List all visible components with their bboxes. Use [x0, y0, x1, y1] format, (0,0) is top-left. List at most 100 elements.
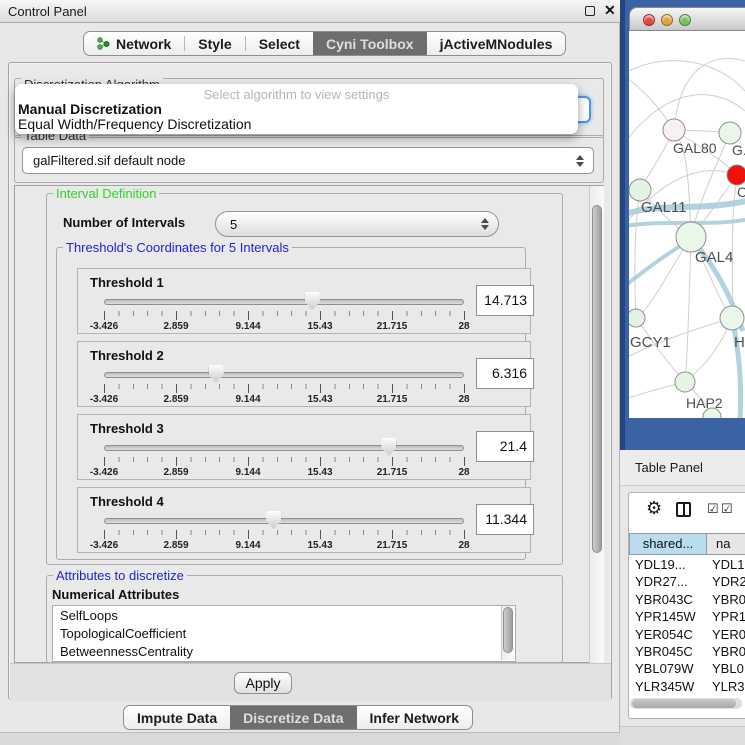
minimize-traffic-light-icon[interactable]: [661, 14, 673, 26]
float-icon[interactable]: [585, 6, 595, 16]
threshold-slider-handle[interactable]: [381, 438, 396, 456]
network-node[interactable]: [675, 372, 695, 392]
table-row[interactable]: YDR27...YDR2: [630, 574, 745, 592]
attribute-list-item[interactable]: TopologicalCoefficient: [53, 624, 515, 642]
attribute-list-item[interactable]: SelfLoops: [53, 606, 515, 624]
network-edge[interactable]: [629, 61, 745, 91]
attributes-scrollbar-thumb[interactable]: [503, 607, 513, 653]
tab-cyni-toolbox[interactable]: Cyni Toolbox: [313, 32, 427, 55]
threshold-slider-handle[interactable]: [305, 292, 320, 310]
tab-jactivemnodules[interactable]: jActiveMNodules: [427, 32, 566, 55]
tab-discretize-data-label: Discretize Data: [243, 710, 343, 726]
table-panel-titlebar: Table Panel: [620, 450, 745, 486]
slider-tick-label: -3.426: [90, 467, 118, 478]
slider-tick-label: 15.43: [307, 394, 332, 405]
slider-tick-label: 15.43: [307, 540, 332, 551]
threshold-slider-track[interactable]: [104, 518, 464, 524]
slider-tick-label: 28: [458, 467, 469, 478]
network-node[interactable]: [720, 306, 744, 330]
table-panel-title: Table Panel: [635, 460, 703, 475]
network-node[interactable]: [629, 179, 651, 201]
table-row[interactable]: YLR345WYLR3: [630, 679, 745, 697]
table-row[interactable]: YPR145WYPR1: [630, 609, 745, 627]
settings-scrollbar[interactable]: [589, 186, 604, 663]
threshold-value-field[interactable]: 21.4: [476, 431, 534, 462]
tab-discretize-data[interactable]: Discretize Data: [230, 706, 356, 729]
table-row[interactable]: YBR045CYBR0: [630, 644, 745, 662]
network-edge[interactable]: [685, 237, 691, 382]
slider-tick-label: 2.859: [163, 467, 188, 478]
select-none-checkbox-icon[interactable]: ☑: [721, 501, 733, 517]
tab-impute-data[interactable]: Impute Data: [124, 706, 230, 729]
table-column-header-name[interactable]: na: [706, 533, 745, 555]
threshold-label: Threshold 3: [90, 421, 164, 436]
threshold-slider-handle[interactable]: [266, 511, 281, 529]
bottom-tabbar: Impute Data Discretize Data Infer Networ…: [123, 705, 473, 730]
slider-tick-label: 28: [458, 394, 469, 405]
table-panel-footer: [620, 726, 745, 745]
close-icon[interactable]: ✕: [604, 2, 616, 19]
network-node[interactable]: [629, 309, 645, 327]
tab-jactivemnodules-label: jActiveMNodules: [440, 36, 553, 52]
network-canvas[interactable]: GAL80G.CGAL11GAL4GCY1HHAP2: [629, 31, 745, 418]
settings-scrollbar-thumb[interactable]: [592, 205, 602, 553]
tab-network-label: Network: [116, 36, 171, 52]
network-node[interactable]: [727, 165, 745, 185]
tab-cyni-toolbox-label: Cyni Toolbox: [326, 36, 414, 52]
algorithm-option-manual[interactable]: Manual Discretization: [18, 101, 162, 117]
threshold-slider-handle[interactable]: [209, 365, 224, 383]
table-row[interactable]: YDL19...YDL1: [630, 557, 745, 575]
attributes-group-label: Attributes to discretize: [53, 568, 187, 583]
network-node[interactable]: [676, 222, 706, 252]
table-row[interactable]: YER054CYER0: [630, 627, 745, 645]
numerical-attributes-list[interactable]: SelfLoopsTopologicalCoefficientBetweenne…: [52, 605, 516, 662]
slider-tick-label: -3.426: [90, 394, 118, 405]
network-thick-edge[interactable]: [732, 318, 741, 418]
threshold-slider-track[interactable]: [104, 299, 464, 305]
threshold-slider-track[interactable]: [104, 372, 464, 378]
columns-icon[interactable]: [676, 502, 691, 517]
table-data-combobox[interactable]: galFiltered.sif default node: [22, 147, 594, 174]
tab-infer-network-label: Infer Network: [370, 710, 459, 726]
threshold-value-field[interactable]: 14.713: [476, 285, 534, 316]
combo-spinner-icon[interactable]: [481, 217, 490, 231]
network-edge[interactable]: [674, 59, 745, 130]
network-node[interactable]: [719, 122, 741, 144]
apply-button[interactable]: Apply: [234, 672, 292, 694]
close-traffic-light-icon[interactable]: [643, 14, 655, 26]
network-node[interactable]: [663, 119, 685, 141]
table-cell-name: YDL1: [712, 557, 745, 572]
table-horizontal-scrollbar[interactable]: [630, 698, 742, 709]
number-of-intervals-combobox[interactable]: 5: [215, 211, 499, 237]
attribute-list-item[interactable]: BetweennessCentrality: [53, 642, 515, 660]
network-node-label: GAL11: [641, 199, 687, 216]
combo-spinner-icon[interactable]: [576, 154, 585, 168]
select-all-checkbox-icon[interactable]: ☑: [707, 501, 719, 517]
threshold-value-field[interactable]: 6.316: [476, 358, 534, 389]
threshold-slider-track[interactable]: [104, 445, 464, 451]
tab-select[interactable]: Select: [246, 32, 313, 55]
columns-icon-divider: [683, 504, 685, 515]
table-row[interactable]: YBL079WYBL0: [630, 661, 745, 679]
table-cell-shared-name: YER054C: [635, 627, 693, 642]
attributes-list-scrollbar[interactable]: [501, 606, 514, 660]
slider-tick-label: -3.426: [90, 321, 118, 332]
algorithm-option-equal-width[interactable]: Equal Width/Frequency Discretization: [18, 116, 251, 132]
apply-strip: Apply: [10, 663, 611, 701]
tab-style-label: Style: [198, 36, 231, 52]
zoom-traffic-light-icon[interactable]: [679, 14, 691, 26]
slider-tick-label: 28: [458, 540, 469, 551]
table-row[interactable]: YBR043CYBR0: [630, 592, 745, 610]
network-graph: GAL80G.CGAL11GAL4GCY1HHAP2: [629, 31, 745, 418]
table-hscrollbar-thumb[interactable]: [632, 699, 736, 708]
tab-network[interactable]: Network: [84, 32, 184, 55]
gear-icon[interactable]: ⚙: [646, 498, 662, 519]
table-cell-name: YBR0: [712, 592, 745, 607]
tab-impute-data-label: Impute Data: [137, 710, 217, 726]
table-column-header-shared[interactable]: shared...: [629, 533, 707, 555]
table-cell-shared-name: YPR145W: [635, 609, 696, 624]
network-node-label: C: [737, 184, 745, 200]
tab-infer-network[interactable]: Infer Network: [357, 706, 472, 729]
threshold-value-field[interactable]: 11.344: [476, 504, 534, 535]
tab-style[interactable]: Style: [185, 32, 244, 55]
